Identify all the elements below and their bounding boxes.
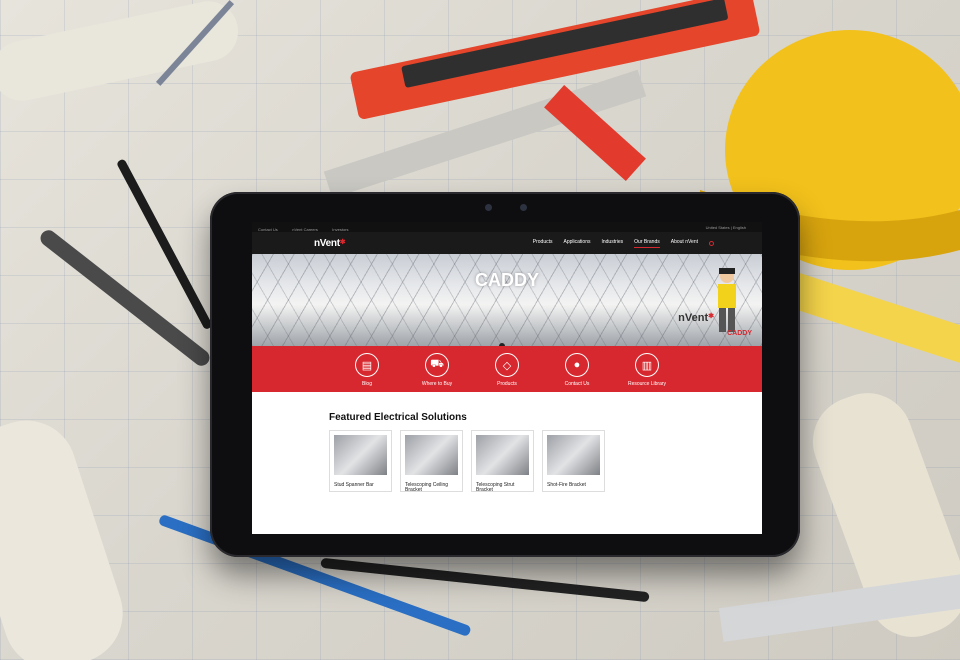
news-icon: ▤ xyxy=(355,353,379,377)
nav-products[interactable]: Products xyxy=(533,239,553,247)
action-label: Where to Buy xyxy=(421,381,453,387)
featured-heading: Featured Electrical Solutions xyxy=(329,412,467,423)
product-image xyxy=(405,435,458,475)
product-image xyxy=(334,435,387,475)
nav-menu: Products Applications Industries Our Bra… xyxy=(533,239,714,248)
product-title: Stud Spanner Bar xyxy=(334,482,374,488)
nav-applications[interactable]: Applications xyxy=(564,239,591,247)
logo-text: nVent xyxy=(314,237,340,249)
hero-banner: CADDY nVent✱ CADDY xyxy=(252,254,762,346)
document-icon: ▥ xyxy=(635,353,659,377)
action-products[interactable]: ◇ Products xyxy=(487,353,527,387)
person-icon: ● xyxy=(565,353,589,377)
product-card[interactable]: Telescoping Strut Bracket xyxy=(471,430,534,494)
product-title: Telescoping Strut Bracket xyxy=(476,482,515,494)
nav-our-brands[interactable]: Our Brands xyxy=(634,239,660,248)
pen xyxy=(40,230,210,366)
nav-about[interactable]: About nVent xyxy=(671,239,698,247)
hero-title: CADDY xyxy=(474,270,539,290)
warehouse-ceiling-image xyxy=(252,254,762,346)
desk-background: Contact Us nVent Careers Investors Unite… xyxy=(0,0,960,660)
action-label: Contact Us xyxy=(564,381,590,387)
action-label: Products xyxy=(497,381,517,387)
browser-screen: Contact Us nVent Careers Investors Unite… xyxy=(252,222,762,534)
utility-bar: Contact Us nVent Careers Investors Unite… xyxy=(252,222,762,232)
tablet-device: Contact Us nVent Careers Investors Unite… xyxy=(210,192,800,557)
product-title: Shot-Fire Bracket xyxy=(547,482,586,488)
nvent-logo[interactable]: nVent✱ xyxy=(314,237,346,249)
hero-sub-brand: CADDY xyxy=(727,330,752,337)
rolled-blueprint-left xyxy=(0,1,239,101)
action-blog[interactable]: ▤ Blog xyxy=(347,353,387,387)
utility-link-investors[interactable]: Investors xyxy=(332,227,348,232)
action-resource-library[interactable]: ▥ Resource Library xyxy=(627,353,667,387)
hero-brand: nVent✱ xyxy=(678,312,714,324)
tag-icon: ◇ xyxy=(495,353,519,377)
product-card-list: Stud Spanner Bar Telescoping Ceiling Bra… xyxy=(329,430,762,494)
locale-selector[interactable]: United States | English xyxy=(706,225,746,230)
product-image xyxy=(476,435,529,475)
action-where-to-buy[interactable]: ⛟ Where to Buy xyxy=(417,353,457,387)
tablet-sensor xyxy=(485,204,492,211)
cart-icon: ⛟ xyxy=(425,353,449,377)
utility-link-contact[interactable]: Contact Us xyxy=(258,227,278,232)
tape-measure xyxy=(788,273,960,363)
action-label: Blog xyxy=(361,381,372,387)
product-image xyxy=(547,435,600,475)
product-title: Telescoping Ceiling Bracket xyxy=(405,482,449,494)
featured-section: Featured Electrical Solutions Stud Spann… xyxy=(252,392,762,494)
carousel-indicator[interactable] xyxy=(499,343,505,346)
quick-actions-bar: ▤ Blog ⛟ Where to Buy ◇ Products ● Conta… xyxy=(252,346,762,392)
hero-brand-text: nVent xyxy=(678,312,709,324)
tablet-camera xyxy=(520,204,527,211)
brand-spark-icon: ✱ xyxy=(708,313,714,320)
action-label: Resource Library xyxy=(627,381,667,387)
product-card[interactable]: Stud Spanner Bar xyxy=(329,430,392,492)
product-card[interactable]: Shot-Fire Bracket xyxy=(542,430,605,492)
action-contact-us[interactable]: ● Contact Us xyxy=(557,353,597,387)
rolled-blueprint-bottom-left xyxy=(0,420,123,660)
product-card[interactable]: Telescoping Ceiling Bracket xyxy=(400,430,463,494)
caddy-mascot xyxy=(718,268,736,332)
nav-industries[interactable]: Industries xyxy=(601,239,623,247)
utility-link-careers[interactable]: nVent Careers xyxy=(292,227,318,232)
search-icon[interactable] xyxy=(709,240,714,246)
logo-spark-icon: ✱ xyxy=(339,238,346,246)
